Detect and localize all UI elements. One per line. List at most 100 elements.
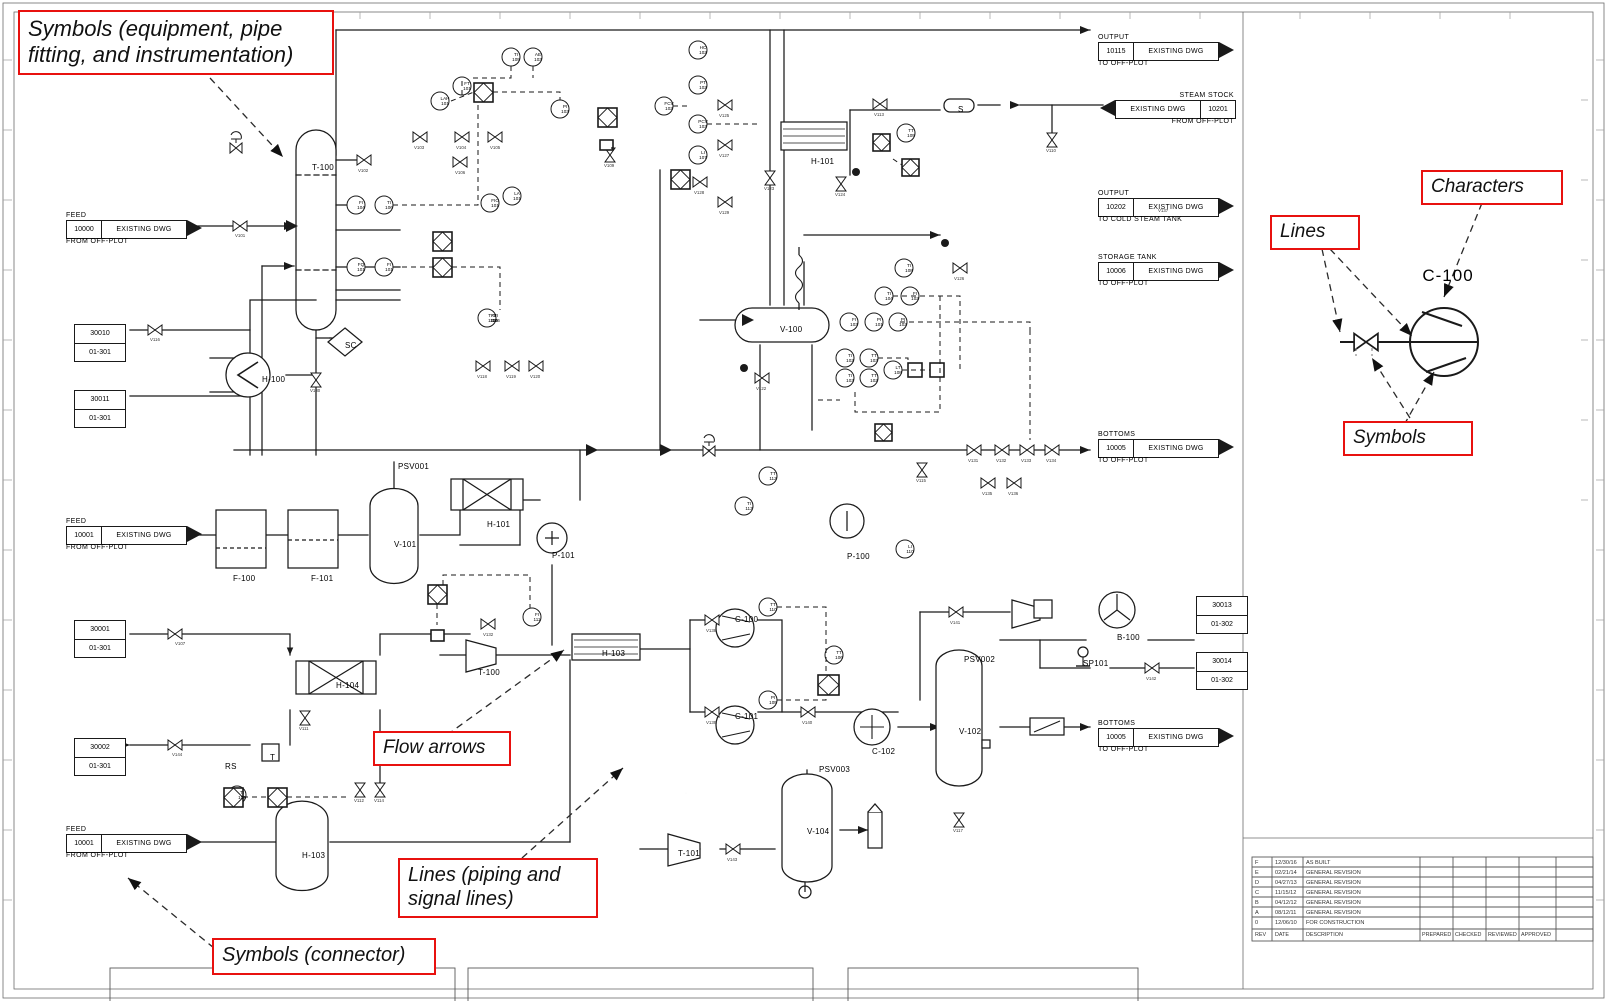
- relief-valve-tag: PSV003: [819, 765, 851, 774]
- revision-description: GENERAL REVISION: [1306, 880, 1361, 886]
- connector-number: 10201: [1208, 106, 1228, 113]
- connector-arrow-icon: [187, 220, 202, 236]
- instrument-loop-number: 101: [491, 203, 499, 209]
- offpage-connector: 30001 01-301: [74, 620, 126, 658]
- valve-tag: V123: [764, 186, 775, 191]
- instrument-loop-number: 106: [492, 318, 500, 324]
- connector-service-label: STEAM STOCK: [1179, 92, 1234, 99]
- instrument-bubble-tag: FI 101: [380, 262, 398, 272]
- instrument-loop-number: 105: [512, 57, 520, 63]
- revision-id: E: [1255, 870, 1259, 876]
- instrument-loop-number: 105: [907, 133, 915, 139]
- equipment-tag-b-100: B-100: [1117, 633, 1140, 642]
- instrument-loop-number: 109: [238, 795, 246, 801]
- offpage-dwg: 01-301: [89, 414, 111, 422]
- equipment-tag-f-100: F-100: [233, 574, 256, 583]
- offpage-number: 30001: [75, 621, 125, 640]
- connector-arrow-icon: [1100, 100, 1115, 116]
- instrument-bubble-tag: PI 103: [556, 104, 574, 114]
- annotation-legend-characters: Characters: [1421, 170, 1563, 206]
- instrument-loop-number: 107: [699, 155, 707, 161]
- pid-drawing-sheet: FEED 10000 EXISTING DWG FROM OFF-PLOT FEED 10…: [0, 0, 1607, 1001]
- offpage-dwg: 01-302: [1211, 620, 1233, 628]
- equipment-tag-t-101: T-101: [678, 849, 700, 858]
- instrument-bubble-tag: FCV 102: [660, 101, 678, 111]
- instrument-loop-number: 108: [905, 268, 913, 274]
- instrument-loop-number: 103: [699, 124, 707, 130]
- connector-arrow-icon: [187, 834, 202, 850]
- annotation-legend-symbols: Symbols: [1343, 421, 1473, 457]
- offpage-connector: 30014 01-302: [1196, 652, 1248, 690]
- offsheet-connector: BOTTOMS 10005 EXISTING DWG TO OFF-PLOT: [1098, 431, 1234, 464]
- connector-number: 10005: [1099, 729, 1134, 746]
- instrument-loop-number: 104: [357, 205, 365, 211]
- offsheet-connector: STORAGE TANK 10006 EXISTING DWG TO OFF-PLOT: [1098, 254, 1234, 287]
- instrument-bubble-tag: PI 101: [870, 317, 888, 327]
- connector-number: 10001: [67, 835, 102, 852]
- title-block-column-header: REV: [1255, 932, 1267, 938]
- connector-note: FROM OFF-PLOT: [1171, 118, 1234, 125]
- valve-tag: V110: [1046, 148, 1056, 153]
- instrument-loop-number: 102: [899, 322, 907, 328]
- revision-description: FOR CONSTRUCTION: [1306, 920, 1365, 926]
- offpage-connector: 30002 01-301: [74, 738, 126, 776]
- connector-note: TO OFF-PLOT: [1098, 60, 1149, 67]
- valve-tag: V118: [477, 374, 487, 379]
- valve-tag: V103: [414, 145, 425, 150]
- instrument-loop-number: 101: [441, 101, 449, 107]
- connector-note: TO COLD STEAM TANK: [1098, 216, 1183, 223]
- connector-number: 10000: [67, 221, 102, 238]
- equipment-tag-h-101: H-101: [487, 520, 511, 529]
- annotation-symbols-connector: Symbols (connector): [212, 938, 436, 975]
- valve-tag: V112: [354, 798, 364, 803]
- offpage-number: 30014: [1197, 653, 1247, 672]
- annotation-flow-arrows: Flow arrows: [373, 731, 511, 767]
- instrument-bubble-tag: LI 107: [694, 150, 712, 160]
- instrument-loop-number: 101: [357, 267, 365, 273]
- instrument-bubble-tag: TT 112: [764, 471, 782, 481]
- connector-service-label: OUTPUT: [1098, 190, 1130, 197]
- instrument-bubble-tag: TT 103: [865, 353, 883, 363]
- instrument-loop-number: 101: [513, 196, 521, 202]
- valve-tag: V132: [996, 458, 1007, 463]
- valve-tag: V143: [727, 857, 738, 862]
- valve-tag: V133: [1021, 458, 1032, 463]
- revision-description: GENERAL REVISION: [1306, 900, 1361, 906]
- revision-id: B: [1255, 900, 1259, 906]
- valve-tag: V111: [299, 726, 309, 731]
- connector-dwg: EXISTING DWG: [116, 840, 172, 847]
- valve-tag: V122: [756, 386, 767, 391]
- connector-service-label: FEED: [66, 518, 87, 525]
- offpage-dwg: 01-301: [89, 644, 111, 652]
- revision-date: 08/12/11: [1275, 910, 1297, 916]
- title-block-column-header: DESCRIPTION: [1306, 932, 1343, 938]
- connector-number: 10001: [67, 527, 102, 544]
- connector-service-label: OUTPUT: [1098, 34, 1130, 41]
- valve-tag: V114: [374, 798, 384, 803]
- pid-vector-layer: [2, 2, 1605, 1001]
- connector-service-label: FEED: [66, 212, 87, 219]
- offsheet-connector: BOTTOMS 10005 EXISTING DWG TO OFF-PLOT: [1098, 720, 1234, 753]
- valve-tag: V106: [455, 170, 466, 175]
- connector-dwg: EXISTING DWG: [1116, 101, 1201, 118]
- revision-id: 0: [1255, 920, 1259, 926]
- instrument-loop-number: 113: [745, 506, 753, 512]
- instrument-bubble-tag: FI 104: [352, 200, 370, 210]
- offpage-dwg: 01-301: [89, 348, 111, 356]
- valve-tag: V102: [358, 168, 369, 173]
- offsheet-connector: OUTPUT 10202 EXISTING DWG TO COLD STEAM TAN…: [1098, 190, 1234, 223]
- valve-tag: V113: [874, 112, 884, 117]
- instrument-loop-number: 102: [870, 378, 878, 384]
- connector-arrow-icon: [1219, 42, 1234, 58]
- valve-tag: V105: [490, 145, 501, 150]
- relief-valve-tag: PSV001: [398, 462, 430, 471]
- title-block-column-header: PREPARED: [1422, 932, 1452, 938]
- instrument-loop-number: 103: [846, 378, 854, 384]
- connector-arrow-icon: [1219, 262, 1234, 278]
- connector-note: FROM OFF-PLOT: [66, 852, 129, 859]
- equipment-tag-h-103: H-103: [302, 851, 326, 860]
- equipment-tag-p-100: P-100: [847, 552, 870, 561]
- revision-description: GENERAL REVISION: [1306, 910, 1361, 916]
- offpage-connector: 30011 01-301: [74, 390, 126, 428]
- equipment-tag-h-100: H-100: [262, 375, 286, 384]
